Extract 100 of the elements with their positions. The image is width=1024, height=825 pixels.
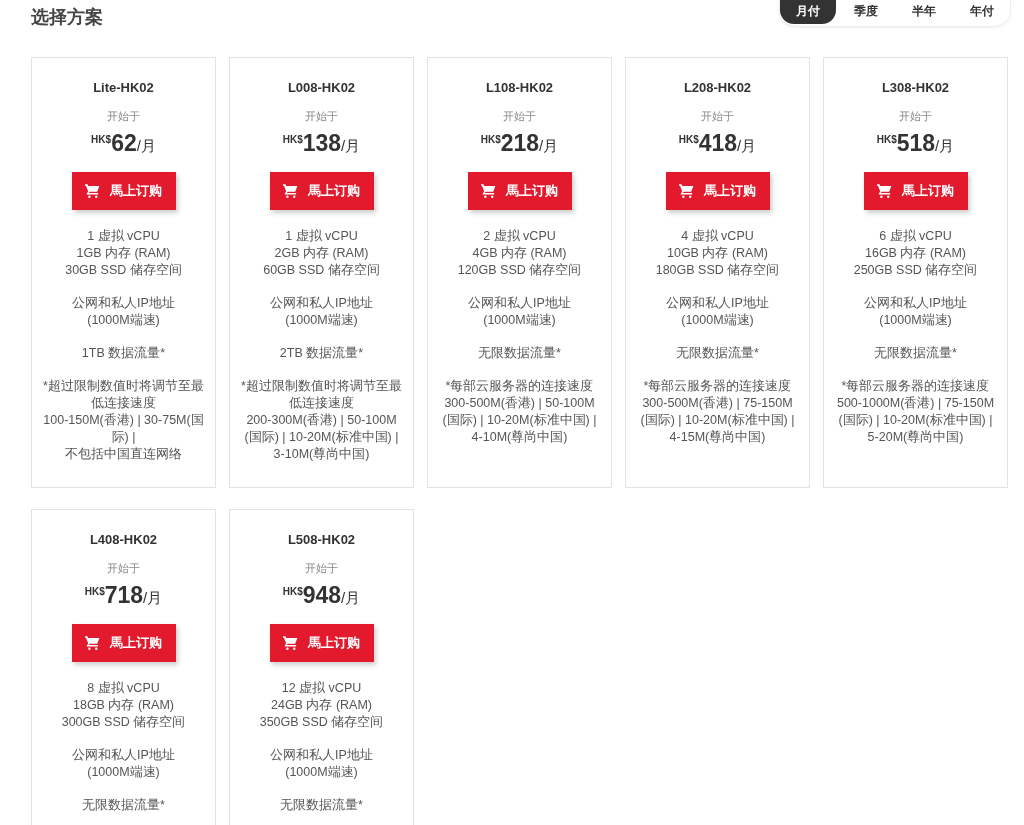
spec-text: *每部云服务器的连接速度: [445, 378, 594, 395]
plan-name: Lite-HK02: [93, 80, 154, 95]
order-button[interactable]: 馬上订购: [71, 172, 176, 210]
spec-text: 无限数据流量*: [280, 797, 363, 814]
spec-text: 公网和私人IP地址: [72, 295, 175, 312]
price-amount: 948: [302, 582, 342, 608]
price-unit: /月: [143, 589, 163, 608]
price-amount: 518: [896, 130, 936, 156]
currency-label: HK$: [480, 134, 501, 145]
spec-text: 4 虚拟 vCPU: [681, 228, 754, 245]
spec-text: *超过限制数值时将调节至最低连接速度: [240, 378, 403, 412]
spec-text: 无限数据流量*: [874, 345, 957, 362]
starting-from-label: 开始于: [899, 109, 932, 124]
price-unit: /月: [539, 137, 559, 156]
page-title: 选择方案: [31, 5, 103, 29]
spec-text: 2GB 内存 (RAM): [274, 245, 369, 262]
price-unit: /月: [341, 589, 361, 608]
cart-icon: [85, 636, 100, 650]
price-unit: /月: [935, 137, 955, 156]
spec-text: 1TB 数据流量*: [81, 345, 166, 362]
spec-text: 无限数据流量*: [478, 345, 561, 362]
price-amount: 62: [111, 130, 137, 156]
price-amount: 138: [302, 130, 342, 156]
spec-text: (1000M端速): [87, 764, 160, 781]
spec-text: 无限数据流量*: [82, 797, 165, 814]
spec-text: 不包括中国直连网络: [65, 446, 182, 463]
cart-icon: [85, 184, 100, 198]
starting-from-label: 开始于: [503, 109, 536, 124]
billing-tab[interactable]: 季度: [838, 0, 894, 24]
spec-text: 16GB 内存 (RAM): [865, 245, 966, 262]
spec-text: *每部云服务器的连接速度: [841, 378, 990, 395]
plan-name: L408-HK02: [89, 532, 158, 547]
spec-text: (1000M端速): [681, 312, 754, 329]
spec-text: 公网和私人IP地址: [270, 295, 373, 312]
spec-text: 500-1000M(香港) | 75-150M (国际) | 10-20M(标准中国) | 5-20M(尊尚中国): [835, 395, 996, 446]
billing-tab[interactable]: 半年: [896, 0, 952, 24]
spec-text: 200-300M(香港) | 50-100M (国际) | 10-20M(标准中国) | 3-10M(尊尚中国): [243, 412, 400, 463]
spec-text: 300-500M(香港) | 50-100M (国际) | 10-20M(标准中国) | 4-10M(尊尚中国): [441, 395, 598, 446]
starting-from-label: 开始于: [701, 109, 734, 124]
billing-tab[interactable]: 月付: [780, 0, 836, 24]
spec-text: 无限数据流量*: [676, 345, 759, 362]
currency-label: HK$: [282, 586, 303, 597]
spec-text: 2TB 数据流量*: [279, 345, 364, 362]
spec-text: (1000M端速): [879, 312, 952, 329]
cart-icon: [481, 184, 496, 198]
order-button[interactable]: 馬上订购: [467, 172, 572, 210]
spec-text: 30GB SSD 储存空间: [65, 262, 182, 279]
plan-name: L308-HK02: [881, 80, 950, 95]
spec-text: 180GB SSD 储存空间: [655, 262, 780, 279]
plan-name: L508-HK02: [287, 532, 356, 547]
spec-text: 350GB SSD 储存空间: [259, 714, 384, 731]
spec-text: *超过限制数值时将调节至最低连接速度: [42, 378, 205, 412]
spec-text: 公网和私人IP地址: [666, 295, 769, 312]
currency-label: HK$: [282, 134, 303, 145]
spec-text: 1 虚拟 vCPU: [285, 228, 358, 245]
spec-text: 300-500M(香港) | 75-150M (国际) | 10-20M(标准中国) | 4-15M(尊尚中国): [639, 395, 796, 446]
spec-text: (1000M端速): [483, 312, 556, 329]
order-button[interactable]: 馬上订购: [269, 624, 374, 662]
starting-from-label: 开始于: [305, 561, 338, 576]
order-button[interactable]: 馬上订购: [665, 172, 770, 210]
plan-name: L108-HK02: [485, 80, 554, 95]
spec-text: 2 虚拟 vCPU: [483, 228, 556, 245]
cart-icon: [877, 184, 892, 198]
spec-text: 6 虚拟 vCPU: [879, 228, 952, 245]
price-unit: /月: [737, 137, 757, 156]
cart-icon: [283, 636, 298, 650]
order-button[interactable]: 馬上订购: [269, 172, 374, 210]
spec-text: 公网和私人IP地址: [72, 747, 175, 764]
spec-text: 12 虚拟 vCPU: [281, 680, 362, 697]
price-amount: 218: [500, 130, 540, 156]
price-amount: 718: [104, 582, 144, 608]
starting-from-label: 开始于: [107, 109, 140, 124]
spec-text: 1GB 内存 (RAM): [76, 245, 171, 262]
spec-text: 公网和私人IP地址: [270, 747, 373, 764]
billing-tab[interactable]: 年付: [954, 0, 1010, 24]
spec-text: (1000M端速): [285, 764, 358, 781]
spec-text: 8 虚拟 vCPU: [87, 680, 160, 697]
plan-name: L008-HK02: [287, 80, 356, 95]
spec-text: 250GB SSD 储存空间: [853, 262, 978, 279]
spec-text: 120GB SSD 储存空间: [457, 262, 582, 279]
plan-name: L208-HK02: [683, 80, 752, 95]
order-button[interactable]: 馬上订购: [71, 624, 176, 662]
spec-text: 18GB 内存 (RAM): [73, 697, 174, 714]
spec-text: 24GB 内存 (RAM): [271, 697, 372, 714]
currency-label: HK$: [876, 134, 897, 145]
spec-text: 1 虚拟 vCPU: [87, 228, 160, 245]
price-unit: /月: [341, 137, 361, 156]
spec-text: (1000M端速): [87, 312, 160, 329]
spec-text: 300GB SSD 储存空间: [61, 714, 186, 731]
spec-text: 公网和私人IP地址: [468, 295, 571, 312]
spec-text: 60GB SSD 储存空间: [263, 262, 380, 279]
starting-from-label: 开始于: [107, 561, 140, 576]
cart-icon: [679, 184, 694, 198]
order-button[interactable]: 馬上订购: [863, 172, 968, 210]
price-amount: 418: [698, 130, 738, 156]
spec-text: 公网和私人IP地址: [864, 295, 967, 312]
spec-text: 4GB 内存 (RAM): [472, 245, 567, 262]
currency-label: HK$: [84, 586, 105, 597]
spec-text: 10GB 内存 (RAM): [667, 245, 768, 262]
currency-label: HK$: [678, 134, 699, 145]
